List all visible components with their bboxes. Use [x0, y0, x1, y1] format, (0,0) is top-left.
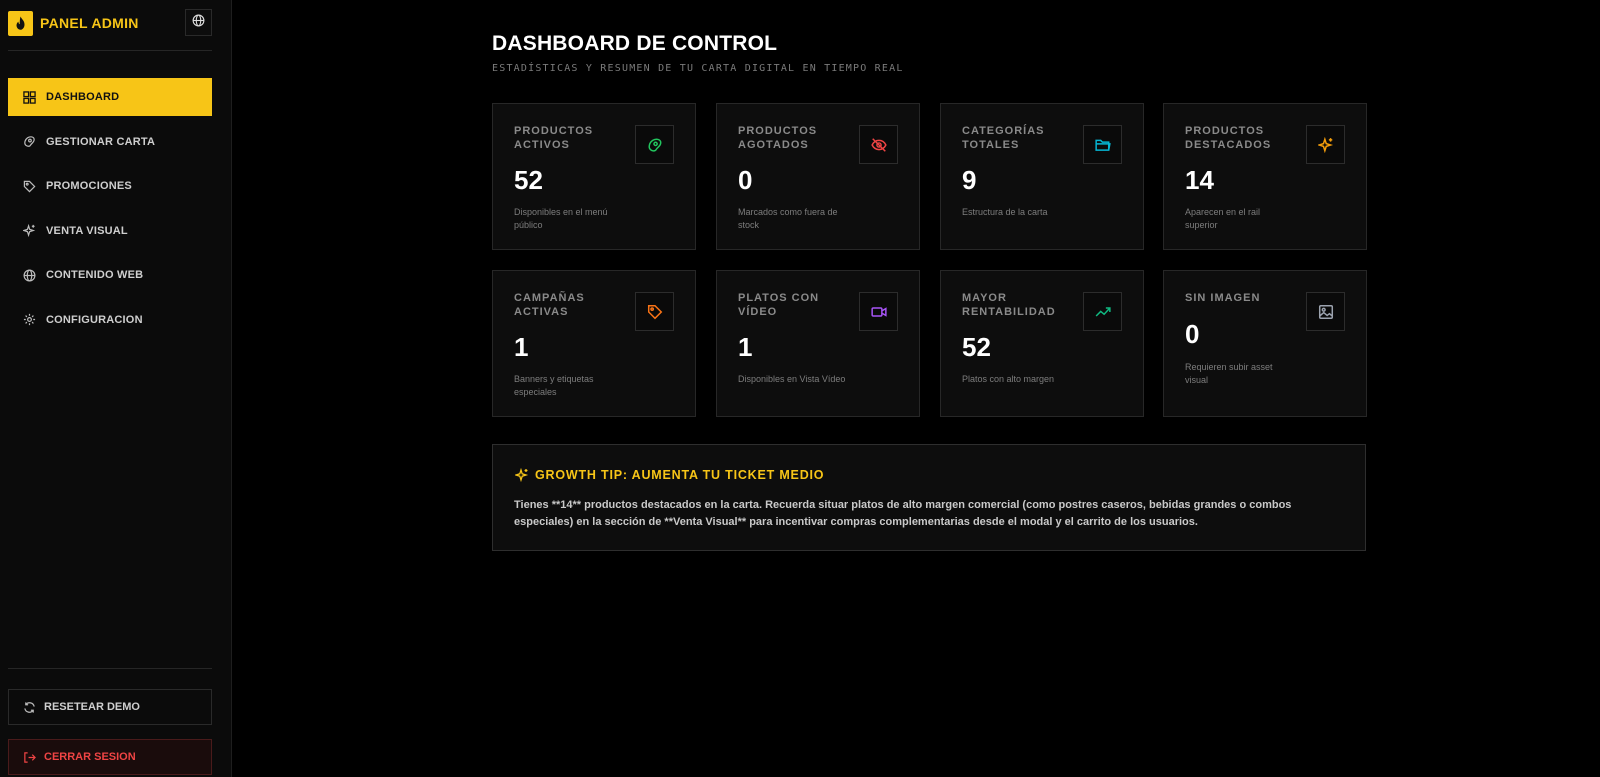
sparkles-icon	[22, 224, 36, 238]
trending-up-icon	[1083, 292, 1122, 331]
tag-icon	[22, 179, 36, 193]
stat-label: PLATOS CON VÍDEO	[738, 292, 820, 318]
stat-card-campanas-activas: CAMPAÑAS ACTIVAS 1 Banners y etiquetas e…	[492, 270, 696, 417]
stat-description: Disponibles en el menú público	[514, 207, 608, 230]
stat-description: Marcados como fuera de stock	[738, 207, 838, 230]
flame-logo-icon	[8, 10, 33, 36]
refresh-icon	[22, 700, 36, 714]
food-icon	[635, 125, 674, 164]
tag-icon	[635, 292, 674, 331]
sidebar-item-label: CONTENIDO WEB	[46, 269, 144, 281]
stat-value: 9	[962, 165, 977, 195]
sidebar-item-venta-visual[interactable]: VENTA VISUAL	[8, 212, 212, 250]
brand: PANEL ADMIN	[8, 9, 212, 37]
stat-label: SIN IMAGEN	[1185, 292, 1261, 304]
stat-description: Requieren subir asset visual	[1185, 362, 1273, 385]
globe-icon	[192, 14, 205, 32]
stat-value: 14	[1185, 165, 1214, 195]
stat-description: Disponibles en Vista Vídeo	[738, 374, 846, 384]
stat-card-productos-activos: PRODUCTOS ACTIVOS 52 Disponibles en el m…	[492, 103, 696, 250]
stat-description: Platos con alto margen	[962, 374, 1055, 384]
stat-description: Banners y etiquetas especiales	[514, 374, 594, 397]
sparkles-icon	[514, 467, 529, 482]
growth-tip-heading: GROWTH TIP: AUMENTA TU TICKET MEDIO	[514, 467, 824, 482]
sidebar-item-configuracion[interactable]: CONFIGURACION	[8, 301, 212, 339]
stat-card-productos-destacados: PRODUCTOS DESTACADOS 14 Aparecen en el r…	[1163, 103, 1367, 250]
image-icon	[1306, 292, 1345, 331]
stat-card-productos-agotados: PRODUCTOS AGOTADOS 0 Marcados como fuera…	[716, 103, 920, 250]
page-title: DASHBOARD DE CONTROL	[492, 32, 778, 55]
sidebar-divider	[8, 50, 212, 51]
reset-demo-label: RESETEAR DEMO	[44, 701, 140, 713]
growth-tip-panel: GROWTH TIP: AUMENTA TU TICKET MEDIO Tien…	[492, 444, 1366, 551]
sidebar-item-label: PROMOCIONES	[46, 180, 132, 192]
stat-label: CAMPAÑAS ACTIVAS	[514, 292, 585, 318]
growth-tip-text: Tienes **14** productos destacados en la…	[514, 499, 1292, 528]
page-subtitle: ESTADÍSTICAS Y RESUMEN DE TU CARTA DIGIT…	[492, 63, 904, 74]
sidebar-divider	[8, 668, 212, 669]
sidebar: PANEL ADMIN DASHBOARD GESTIONAR CARTA PR…	[0, 0, 232, 777]
video-icon	[859, 292, 898, 331]
growth-tip-title: GROWTH TIP: AUMENTA TU TICKET MEDIO	[535, 467, 825, 482]
stat-description: Estructura de la carta	[962, 207, 1048, 217]
sidebar-item-gestionar-carta[interactable]: GESTIONAR CARTA	[8, 123, 212, 161]
stat-value: 0	[1185, 319, 1200, 349]
stat-label: MAYOR RENTABILIDAD	[962, 292, 1056, 318]
stat-card-categorias-totales: CATEGORÍAS TOTALES 9 Estructura de la ca…	[940, 103, 1144, 250]
food-icon	[22, 135, 36, 149]
logout-icon	[22, 750, 36, 764]
stat-value: 52	[514, 165, 543, 195]
stat-card-platos-con-video: PLATOS CON VÍDEO 1 Disponibles en Vista …	[716, 270, 920, 417]
stat-label: CATEGORÍAS TOTALES	[962, 125, 1045, 151]
sparkles-icon	[1306, 125, 1345, 164]
grid-icon	[22, 90, 36, 104]
logout-button[interactable]: CERRAR SESION	[8, 739, 212, 775]
gear-icon	[22, 313, 36, 327]
stat-value: 0	[738, 165, 753, 195]
sidebar-item-label: CONFIGURACION	[46, 313, 143, 326]
globe-icon	[22, 268, 36, 282]
logout-label: CERRAR SESION	[44, 751, 136, 763]
stat-value: 52	[962, 332, 991, 362]
sidebar-item-contenido-web[interactable]: CONTENIDO WEB	[8, 256, 212, 294]
sidebar-item-label: GESTIONAR CARTA	[46, 135, 156, 148]
stat-description: Aparecen en el rail superior	[1185, 207, 1261, 230]
eye-off-icon	[859, 125, 898, 164]
sidebar-item-label: VENTA VISUAL	[46, 224, 128, 237]
stat-value: 1	[738, 332, 753, 362]
stat-card-mayor-rentabilidad: MAYOR RENTABILIDAD 52 Platos con alto ma…	[940, 270, 1144, 417]
sidebar-item-dashboard[interactable]: DASHBOARD	[8, 78, 212, 116]
sidebar-item-label: DASHBOARD	[46, 91, 120, 103]
reset-demo-button[interactable]: RESETEAR DEMO	[8, 689, 212, 725]
stat-label: PRODUCTOS DESTACADOS	[1185, 125, 1272, 151]
stat-card-sin-imagen: SIN IMAGEN 0 Requieren subir asset visua…	[1163, 270, 1367, 417]
stat-value: 1	[514, 332, 529, 362]
folder-icon	[1083, 125, 1122, 164]
sidebar-item-promociones[interactable]: PROMOCIONES	[8, 167, 212, 205]
sidebar-nav: DASHBOARD GESTIONAR CARTA PROMOCIONES VE…	[8, 78, 212, 345]
stat-label: PRODUCTOS ACTIVOS	[514, 125, 594, 151]
language-button[interactable]	[185, 9, 212, 36]
brand-title: PANEL ADMIN	[40, 15, 139, 31]
stat-label: PRODUCTOS AGOTADOS	[738, 125, 818, 151]
